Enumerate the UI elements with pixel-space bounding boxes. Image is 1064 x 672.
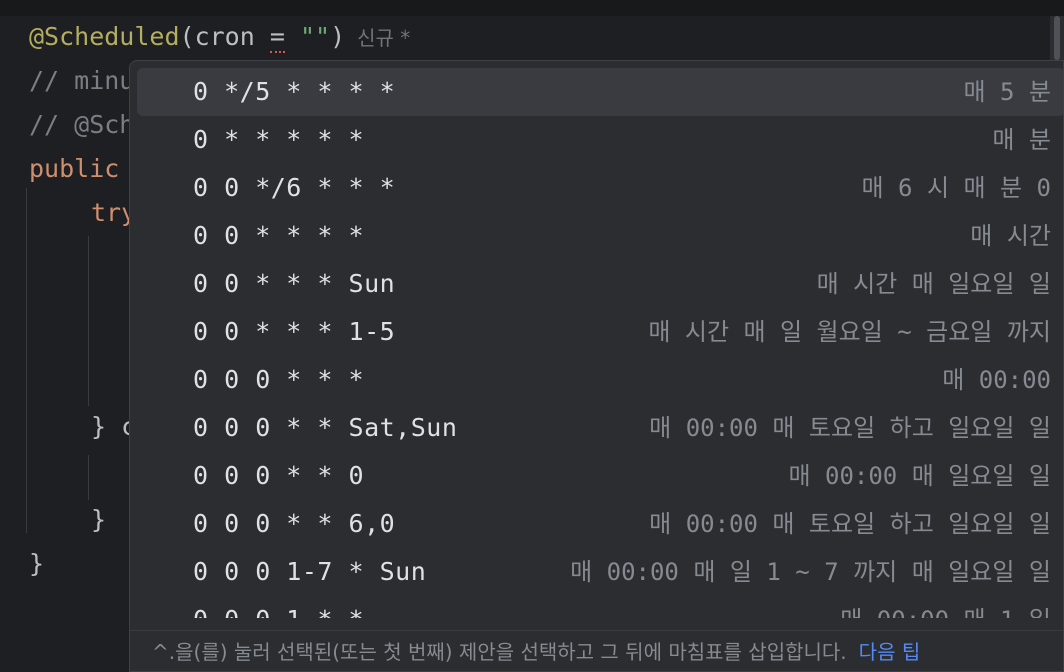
completion-item[interactable]: 0 0 0 * * 0 매 00:00 매 일요일 일 [137,452,1063,500]
completion-item-expression: 0 0 0 * * 0 [193,461,365,490]
equals-token-error: = [269,22,285,53]
vertical-scrollbar[interactable] [1050,16,1064,64]
code-line-close-brace-outer[interactable]: } [29,544,44,584]
completion-item[interactable]: 0 0 0 1 * * 매 00:00 매 1 일 [137,596,1063,618]
completion-item[interactable]: 0 0 0 * * * 매 00:00 [137,356,1063,404]
completion-item-description: 매 시간 [970,222,1051,250]
code-line-comment-1[interactable]: // minu [29,61,134,101]
completion-item-expression: 0 0 * * * Sun [193,269,396,298]
indent-guide [88,455,89,500]
completion-item-description: 매 00:00 매 일 1 ~ 7 까지 매 일요일 일 [570,558,1051,586]
completion-item-description: 매 00:00 [942,366,1051,394]
completion-item-description: 매 5 분 [963,78,1051,106]
code-line-scheduled[interactable]: @Scheduled(cron = "") 신규 * [29,17,410,57]
editor-top-strip [0,0,1064,16]
completion-item-expression: 0 0 0 1 * * [193,596,364,618]
next-tip-link[interactable]: 다음 팁 [859,640,921,664]
code-line-public[interactable]: public [29,149,119,189]
indent-guide [26,188,27,533]
completion-item-description: 매 시간 매 일 월요일 ~ 금요일 까지 [648,318,1051,346]
completion-item[interactable]: 0 * * * * * 매 분 [137,116,1063,164]
completion-item-description: 매 6 시 매 분 0 [861,174,1051,202]
code-line-close-brace-inner[interactable]: } [91,500,106,540]
completion-item-description: 매 00:00 매 1 일 [840,596,1051,618]
completion-item-description: 매 분 [992,126,1051,154]
completion-item-expression: 0 0 * * * 1-5 [193,317,396,346]
annotation-token: @Scheduled [29,22,180,51]
code-line-comment-2[interactable]: // @Sch [29,105,134,145]
completion-item[interactable]: 0 0 * * * 1-5 매 시간 매 일 월요일 ~ 금요일 까지 [137,308,1063,356]
completion-item-expression: 0 0 0 * * Sat,Sun [193,413,458,442]
completion-item-expression: 0 0 */6 * * * [193,173,396,202]
completion-footer: ^.을(를) 눌러 선택된(또는 첫 번째) 제안을 선택하고 그 뒤에 마침표… [130,630,1063,671]
completion-list: 0 */5 * * * * 매 5 분 0 * * * * * 매 분 0 0 */6 … [130,68,1063,618]
inlay-hint: 신규 * [357,26,411,50]
completion-item-expression: 0 0 0 * * 6,0 [193,509,396,538]
completion-item-expression: 0 */5 * * * * [193,77,396,106]
completion-item[interactable]: 0 0 0 * * Sat,Sun 매 00:00 매 토요일 하고 일요일 일 [137,404,1063,452]
completion-popup: 0 */5 * * * * 매 5 분 0 * * * * * 매 분 0 0 */6 … [129,60,1064,672]
completion-item[interactable]: 0 */5 * * * * 매 5 분 [137,68,1063,116]
completion-item-description: 매 00:00 매 토요일 하고 일요일 일 [649,414,1051,442]
completion-item[interactable]: 0 0 0 1-7 * Sun 매 00:00 매 일 1 ~ 7 까지 매 일요… [137,548,1063,596]
completion-item-expression: 0 0 * * * * [193,221,365,250]
completion-item[interactable]: 0 0 * * * Sun 매 시간 매 일요일 일 [137,260,1063,308]
indent-guide [88,236,89,406]
completion-item-description: 매 00:00 매 토요일 하고 일요일 일 [649,510,1051,538]
completion-item-description: 매 시간 매 일요일 일 [816,270,1051,298]
completion-item-expression: 0 * * * * * [193,125,365,154]
close-paren: ) [330,22,346,51]
cron-string[interactable]: "" [300,22,330,51]
completion-item-expression: 0 0 0 1-7 * Sun [193,557,427,586]
open-paren: ( [179,22,195,51]
completion-item[interactable]: 0 0 * * * * 매 시간 [137,212,1063,260]
completion-item[interactable]: 0 0 */6 * * * 매 6 시 매 분 0 [137,164,1063,212]
footer-hint-text: ^.을(를) 눌러 선택된(또는 첫 번째) 제안을 선택하고 그 뒤에 마침표… [152,640,847,664]
completion-item[interactable]: 0 0 0 * * 6,0 매 00:00 매 토요일 하고 일요일 일 [137,500,1063,548]
completion-item-expression: 0 0 0 * * * [193,365,365,394]
completion-item-description: 매 00:00 매 일요일 일 [788,462,1051,490]
param-name: cron [194,22,270,51]
